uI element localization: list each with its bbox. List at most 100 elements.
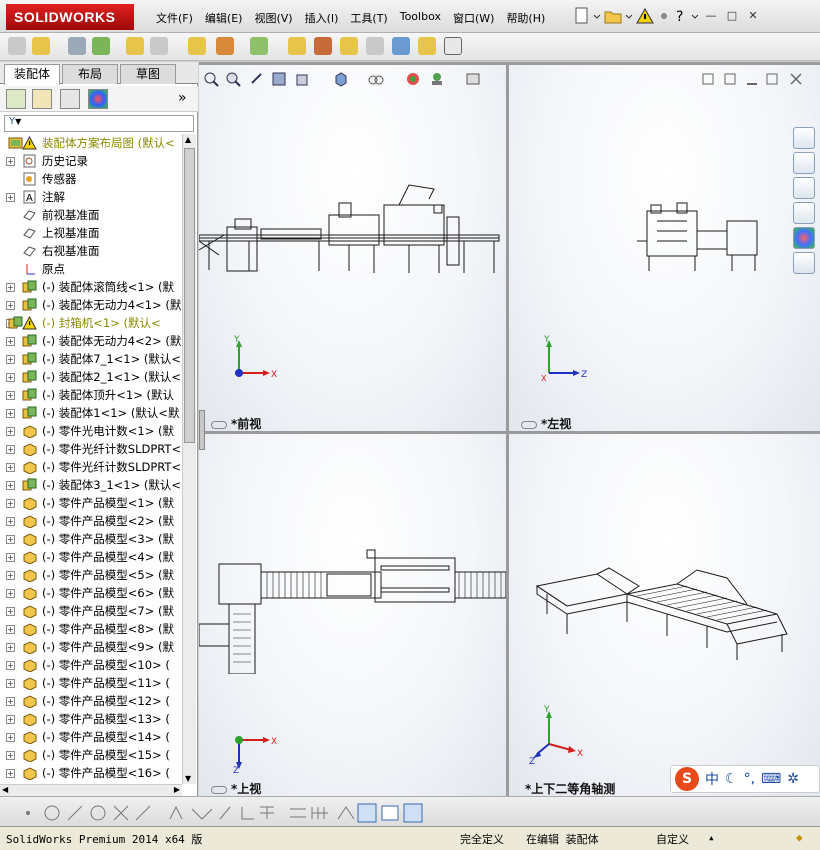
expand-toggle-icon[interactable]: + [6, 499, 15, 508]
scroll-up-icon[interactable]: ▲ [185, 135, 191, 144]
left-view-pane[interactable]: Y Z X *左视 [509, 65, 820, 431]
tree-item[interactable]: + (-) 零件产品模型<13> ( [0, 710, 182, 728]
relations-icon[interactable] [337, 806, 355, 820]
design-library-icon[interactable] [793, 152, 815, 174]
tree-item[interactable]: + (-) 零件光电计数<1> (默 [0, 422, 182, 440]
expand-toggle-icon[interactable]: + [6, 445, 15, 454]
moon-icon[interactable]: ☾ [725, 771, 738, 787]
new-document-icon[interactable] [574, 7, 590, 25]
maximize-button[interactable]: □ [723, 8, 741, 24]
tree-item[interactable]: + (-) 装配体顶升<1> (默认 [0, 386, 182, 404]
tree-item[interactable]: + (-) 零件光纤计数SLDPRT< [0, 458, 182, 476]
units-dropdown-icon[interactable]: ▴ [708, 831, 715, 844]
expand-toggle-icon[interactable]: + [6, 733, 15, 742]
tree-filter-input[interactable]: Y▼ [4, 115, 194, 132]
tree-item[interactable]: + (-) 装配体1<1> (默认<默 [0, 404, 182, 422]
menu-item-7[interactable]: 帮助(H) [500, 8, 551, 28]
menu-item-6[interactable]: 窗口(W) [447, 8, 500, 28]
tree-item[interactable]: + (-) 装配体3_1<1> (默认< [0, 476, 182, 494]
previous-view-icon[interactable] [249, 71, 265, 87]
tree-item[interactable]: + (-) 零件光纤计数SLDPRT< [0, 440, 182, 458]
display-style-icon[interactable] [333, 71, 349, 87]
top-view-pane[interactable]: X Z *上视 [199, 434, 506, 796]
options-icon[interactable] [657, 7, 671, 25]
mirror-icon[interactable] [191, 808, 213, 820]
tree-item[interactable]: 右视基准面 [0, 242, 182, 260]
expand-toggle-icon[interactable]: + [6, 427, 15, 436]
panel-tab-0[interactable]: 装配体 [4, 64, 60, 85]
offset-icon[interactable] [169, 805, 183, 820]
custom-properties-icon[interactable] [793, 252, 815, 274]
tree-item[interactable]: + (-) 零件产品模型<9> (默 [0, 638, 182, 656]
scroll-left-icon[interactable]: ◀ [2, 785, 8, 794]
expand-toggle-icon[interactable]: + [6, 535, 15, 544]
expand-toggle-icon[interactable]: + [6, 769, 15, 778]
tree-item[interactable]: + (-) 零件产品模型<16> ( [0, 764, 182, 782]
menu-item-0[interactable]: 文件(F) [150, 8, 199, 28]
expand-toggle-icon[interactable]: + [6, 157, 15, 166]
fillet-icon[interactable] [241, 807, 254, 820]
tree-item[interactable]: 传感器 [0, 170, 182, 188]
tree-item[interactable]: 原点 [0, 260, 182, 278]
expand-toggle-icon[interactable]: + [6, 283, 15, 292]
menu-item-2[interactable]: 视图(V) [248, 8, 298, 28]
zoom-to-area-icon[interactable] [225, 71, 241, 87]
tree-item[interactable]: + (-) 零件产品模型<10> ( [0, 656, 182, 674]
tree-item[interactable]: + (-) 零件产品模型<6> (默 [0, 584, 182, 602]
tree-item[interactable]: + 历史记录 [0, 152, 182, 170]
edit-appearance-icon[interactable] [405, 71, 421, 87]
expand-toggle-icon[interactable]: + [6, 301, 15, 310]
punctuation-icon[interactable]: °, [744, 771, 755, 787]
assembly-toolbar-icon[interactable] [8, 37, 26, 55]
interference-icon[interactable] [392, 37, 410, 55]
input-method-bar[interactable]: S 中 ☾ °, ⌨ ✲ [670, 765, 820, 793]
units-selector[interactable]: 自定义 [656, 831, 689, 847]
move-component-icon[interactable] [150, 37, 168, 55]
tag-icon[interactable]: ◆ [796, 831, 803, 844]
section-view-icon[interactable] [271, 71, 287, 87]
panel-tab-1[interactable]: 布局 [62, 64, 118, 84]
expand-panel-icon[interactable]: » [178, 90, 187, 106]
mate-icon[interactable] [68, 37, 86, 55]
open-folder-icon[interactable] [604, 7, 622, 25]
smart-dimension-icon[interactable] [290, 808, 306, 818]
menu-item-3[interactable]: 插入(I) [299, 8, 345, 28]
3d-sketch-icon[interactable] [357, 803, 377, 823]
scrollbar-thumb[interactable] [184, 148, 195, 443]
bill-of-materials-icon[interactable] [314, 37, 332, 55]
polygon-icon[interactable] [90, 805, 106, 821]
tree-item[interactable]: + (-) 零件产品模型<4> (默 [0, 548, 182, 566]
chevron-down-icon[interactable] [691, 7, 699, 25]
menu-item-1[interactable]: 编辑(E) [199, 8, 249, 28]
keyboard-icon[interactable]: ⌨ [761, 771, 781, 787]
tree-item[interactable]: + (-) 零件产品模型<11> ( [0, 674, 182, 692]
sketch-plane-icon[interactable] [381, 805, 399, 821]
view-settings-icon[interactable] [465, 71, 481, 87]
tree-item[interactable]: + (-) 零件产品模型<15> ( [0, 746, 182, 764]
point-icon[interactable] [26, 811, 30, 815]
tree-item[interactable]: + (-) 零件产品模型<12> ( [0, 692, 182, 710]
display-manager-tab-icon[interactable] [88, 89, 108, 109]
chevron-down-icon[interactable] [593, 7, 601, 25]
expand-toggle-icon[interactable]: + [6, 553, 15, 562]
explode-line-icon[interactable] [366, 37, 384, 55]
tree-item[interactable]: 上视基准面 [0, 224, 182, 242]
expand-toggle-icon[interactable]: + [6, 625, 15, 634]
view-orientation-icon[interactable] [295, 71, 311, 87]
expand-toggle-icon[interactable]: + [6, 643, 15, 652]
link-views-icon[interactable] [521, 420, 537, 429]
front-view-pane[interactable]: Y X *前视 [199, 65, 506, 431]
tree-item[interactable]: + (-) 零件产品模型<5> (默 [0, 566, 182, 584]
solidworks-resources-icon[interactable] [793, 127, 815, 149]
tree-item[interactable]: + (-) 装配体无动力4<1> (默 [0, 296, 182, 314]
configuration-manager-tab-icon[interactable] [60, 89, 80, 109]
expand-toggle-icon[interactable]: + [6, 607, 15, 616]
assembly-features-icon[interactable] [216, 37, 234, 55]
tree-item[interactable]: + (-) 装配体滚筒线<1> (默 [0, 278, 182, 296]
panel-collapse-handle[interactable] [199, 410, 205, 450]
exploded-view-icon[interactable] [340, 37, 358, 55]
tree-vertical-scrollbar[interactable]: ▲ ▼ [182, 134, 196, 784]
menu-item-5[interactable]: Toolbox [394, 8, 447, 28]
tree-item[interactable]: + (-) 零件产品模型<8> (默 [0, 620, 182, 638]
expand-toggle-icon[interactable]: + [6, 661, 15, 670]
